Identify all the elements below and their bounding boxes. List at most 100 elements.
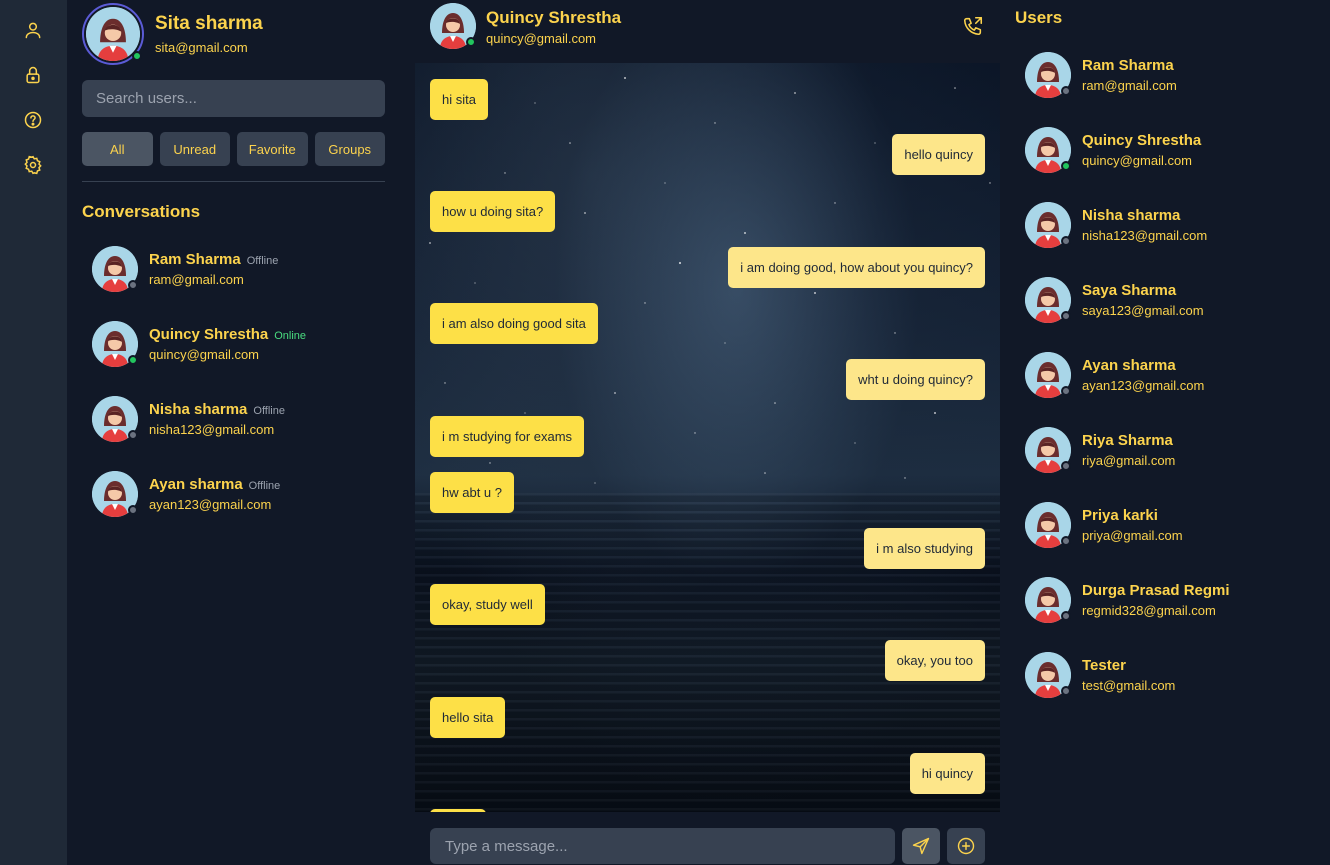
- conversations-heading: Conversations: [82, 202, 201, 221]
- avatar: [92, 471, 138, 517]
- user-name: Tester: [1082, 657, 1126, 674]
- user-list-item[interactable]: Ayan sharma ayan123@gmail.com: [1025, 352, 1315, 402]
- send-button[interactable]: [902, 828, 940, 864]
- icon-rail: [0, 0, 67, 865]
- user-list-item[interactable]: Tester test@gmail.com: [1025, 652, 1315, 702]
- outgoing-message: okay, you too: [884, 640, 985, 681]
- conversation-name-text: Ram Sharma: [149, 251, 241, 268]
- lock-icon[interactable]: [22, 64, 44, 86]
- avatar: [1025, 52, 1071, 98]
- offline-status-dot: [1061, 536, 1071, 546]
- user-list-item[interactable]: Riya Sharma riya@gmail.com: [1025, 427, 1315, 477]
- user-list-item[interactable]: Quincy Shrestha quincy@gmail.com: [1025, 127, 1315, 177]
- phone-call-icon[interactable]: [962, 15, 984, 37]
- offline-status-dot: [128, 430, 138, 440]
- user-list-item[interactable]: Priya karki priya@gmail.com: [1025, 502, 1315, 552]
- offline-status-dot: [1061, 311, 1071, 321]
- avatar: [1025, 652, 1071, 698]
- offline-status-dot: [1061, 461, 1071, 471]
- user-name: Priya karki: [1082, 507, 1158, 524]
- conversation-name: Quincy Shrestha Online: [149, 326, 306, 343]
- conversation-item[interactable]: Ayan sharma Offline ayan123@gmail.com: [92, 471, 382, 521]
- offline-status-dot: [1061, 686, 1071, 696]
- filter-unread-button[interactable]: Unread: [159, 132, 230, 166]
- avatar: [1025, 427, 1071, 473]
- outgoing-message: hello quincy: [892, 134, 985, 175]
- user-email: saya123@gmail.com: [1082, 303, 1204, 318]
- user-list-item[interactable]: Ram Sharma ram@gmail.com: [1025, 52, 1315, 102]
- add-attachment-button[interactable]: [947, 828, 985, 864]
- outgoing-message: wht u doing quincy?: [846, 359, 985, 400]
- users-heading: Users: [1015, 8, 1063, 27]
- conversation-email: ayan123@gmail.com: [149, 497, 272, 512]
- online-status-dot: [1061, 161, 1071, 171]
- help-icon[interactable]: [22, 109, 44, 131]
- user-list-item[interactable]: Saya Sharma saya123@gmail.com: [1025, 277, 1315, 327]
- incoming-message: hi sita: [430, 79, 488, 120]
- user-icon[interactable]: [22, 19, 44, 41]
- conversation-name-text: Ayan sharma: [149, 476, 243, 493]
- conversation-email: ram@gmail.com: [149, 272, 244, 287]
- incoming-message: i am also doing good sita: [430, 303, 598, 344]
- avatar: [86, 7, 142, 61]
- filter-groups-button[interactable]: Groups: [314, 132, 385, 166]
- message-composer: [415, 812, 1000, 865]
- conversation-name-text: Quincy Shrestha: [149, 326, 269, 343]
- filter-favorite-button[interactable]: Favorite: [237, 132, 308, 166]
- user-email: nisha123@gmail.com: [1082, 228, 1208, 243]
- user-name: Ayan sharma: [1082, 357, 1176, 374]
- outgoing-message: i am doing good, how about you quincy?: [728, 247, 985, 288]
- user-email: regmid328@gmail.com: [1082, 603, 1216, 618]
- avatar: [92, 246, 138, 292]
- search-input[interactable]: [82, 80, 385, 117]
- user-email: ram@gmail.com: [1082, 78, 1177, 93]
- avatar: [430, 3, 476, 49]
- conversation-name: Nisha sharma Offline: [149, 401, 285, 418]
- avatar: [1025, 127, 1071, 173]
- filter-bar: All Unread Favorite Groups: [82, 132, 385, 166]
- chat-contact-name: Quincy Shrestha: [486, 8, 622, 27]
- user-email: ayan123@gmail.com: [1082, 378, 1205, 393]
- chat-contact-email: quincy@gmail.com: [486, 31, 597, 46]
- online-status-dot: [466, 37, 476, 47]
- status-label: Offline: [246, 255, 279, 267]
- status-label: Offline: [253, 405, 285, 417]
- avatar: [1025, 352, 1071, 398]
- conversation-item[interactable]: Ram Sharma Offline ram@gmail.com: [92, 246, 382, 296]
- chat-header: Quincy Shrestha quincy@gmail.com: [415, 0, 1000, 63]
- settings-icon[interactable]: [22, 154, 44, 176]
- user-name: Quincy Shrestha: [1082, 132, 1202, 149]
- status-label: Offline: [248, 480, 281, 492]
- user-email: quincy@gmail.com: [1082, 153, 1193, 168]
- user-list-item[interactable]: Durga Prasad Regmi regmid328@gmail.com: [1025, 577, 1315, 627]
- offline-status-dot: [1061, 611, 1071, 621]
- my-name: Sita sharma: [155, 13, 263, 34]
- my-avatar[interactable]: [82, 3, 144, 65]
- user-email: riya@gmail.com: [1082, 453, 1176, 468]
- user-email: test@gmail.com: [1082, 678, 1176, 693]
- message-list[interactable]: hi sita hello quincy how u doing sita? i…: [415, 63, 1000, 812]
- user-name: Ram Sharma: [1082, 57, 1174, 74]
- plus-circle-icon: [957, 837, 975, 855]
- online-status-dot: [128, 355, 138, 365]
- avatar: [1025, 277, 1071, 323]
- avatar: [92, 321, 138, 367]
- user-name: Saya Sharma: [1082, 282, 1177, 299]
- avatar: [92, 396, 138, 442]
- conversation-name: Ayan sharma Offline: [149, 476, 280, 493]
- filter-all-button[interactable]: All: [82, 132, 153, 166]
- message-input[interactable]: [430, 828, 895, 864]
- my-email: sita@gmail.com: [155, 40, 248, 55]
- chat-window: Quincy Shrestha quincy@gmail.com hi sita…: [415, 0, 1000, 865]
- user-list-item[interactable]: Nisha sharma nisha123@gmail.com: [1025, 202, 1315, 252]
- offline-status-dot: [128, 505, 138, 515]
- conversation-item[interactable]: Quincy Shrestha Online quincy@gmail.com: [92, 321, 382, 371]
- user-name: Nisha sharma: [1082, 207, 1181, 224]
- offline-status-dot: [1061, 386, 1071, 396]
- users-panel: Users Ram Sharma ram@gmail.com Quincy Shre…: [1000, 0, 1330, 865]
- conversation-item[interactable]: Nisha sharma Offline nisha123@gmail.com: [92, 396, 382, 446]
- outgoing-message: hi quincy: [909, 753, 985, 794]
- incoming-message: okay, study well: [430, 584, 545, 625]
- conversation-email: quincy@gmail.com: [149, 347, 260, 362]
- offline-status-dot: [1061, 236, 1071, 246]
